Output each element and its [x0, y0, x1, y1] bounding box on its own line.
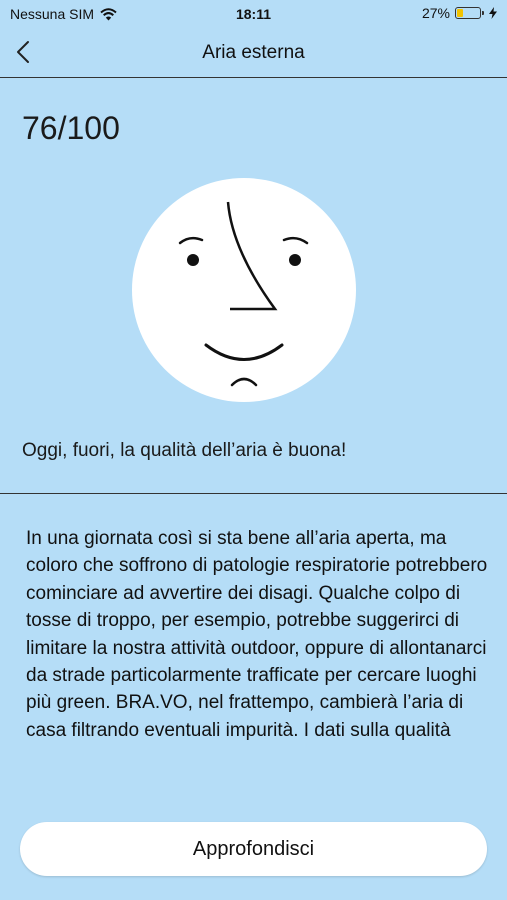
- bolt-icon: [489, 7, 497, 19]
- battery-icon: [455, 7, 484, 19]
- page-title: Aria esterna: [202, 42, 305, 63]
- battery-level: [457, 9, 464, 17]
- battery-percent: 27%: [421, 5, 450, 21]
- learn-more-button[interactable]: Approfondisci: [20, 822, 487, 876]
- air-quality-description[interactable]: In una giornata così si sta bene all’ari…: [26, 525, 488, 797]
- navigation-bar: Aria esterna: [0, 28, 507, 78]
- air-quality-score: 76/100: [22, 110, 120, 146]
- status-right: 27%: [422, 5, 497, 21]
- status-bar: Nessuna SIM 18:11 27%: [0, 0, 507, 28]
- air-quality-summary: Oggi, fuori, la qualità dell’aria è buon…: [22, 440, 347, 461]
- section-divider: [0, 493, 507, 494]
- smiling-face-icon: [132, 178, 356, 402]
